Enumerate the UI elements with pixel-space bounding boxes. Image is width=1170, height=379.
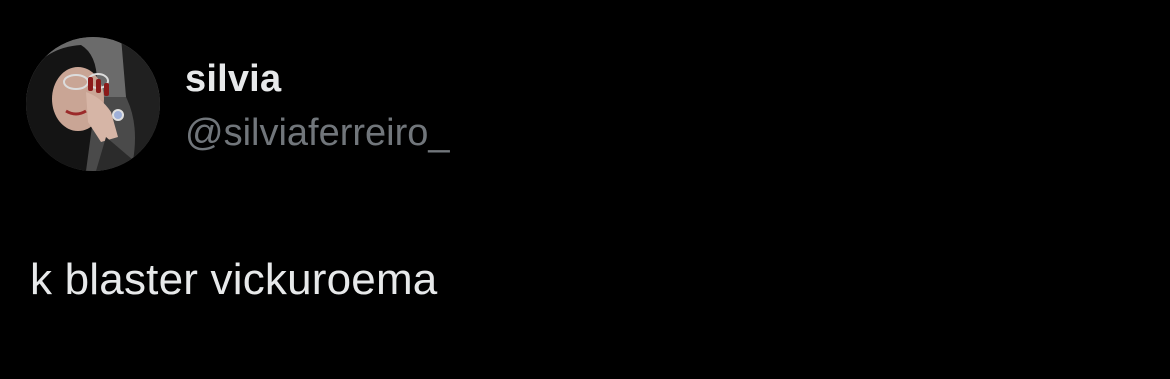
author-display-name[interactable]: silvia bbox=[185, 58, 281, 101]
profile-photo-icon bbox=[26, 37, 160, 171]
avatar[interactable] bbox=[26, 37, 160, 171]
tweet-text: k blaster vickuroema bbox=[30, 255, 438, 304]
author-handle[interactable]: @silviaferreiro_ bbox=[185, 112, 450, 155]
tweet: silvia @silviaferreiro_ k blaster vickur… bbox=[0, 0, 1170, 379]
